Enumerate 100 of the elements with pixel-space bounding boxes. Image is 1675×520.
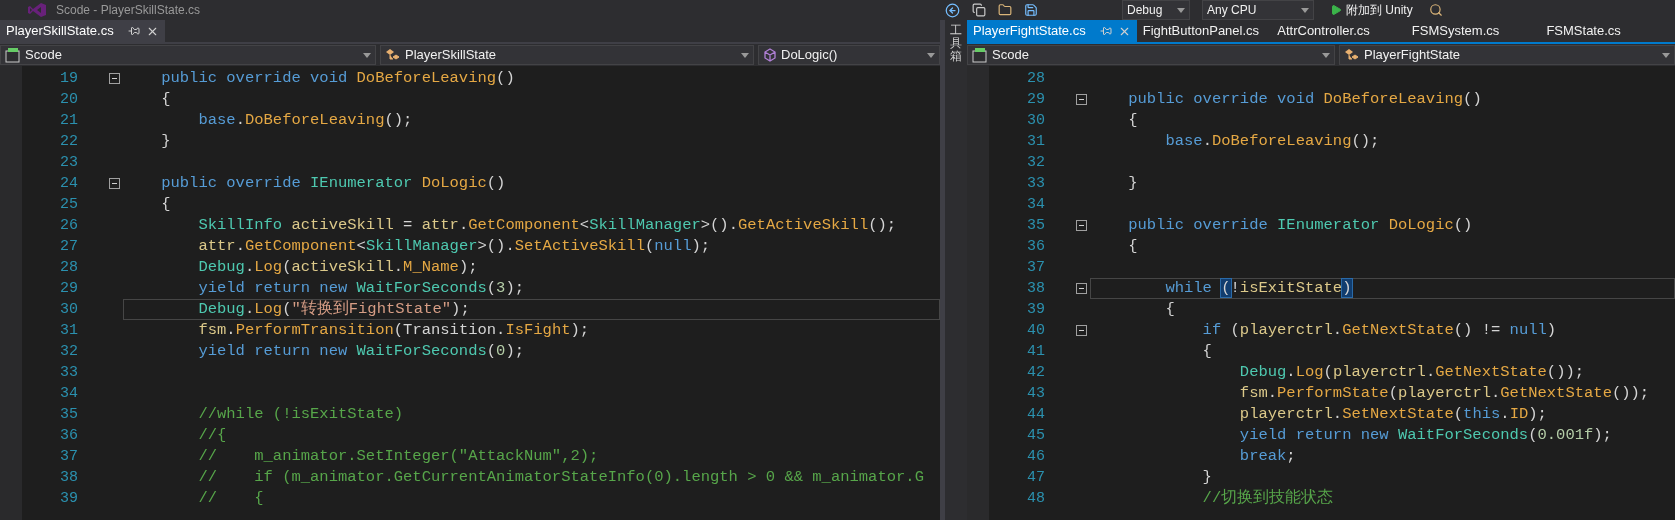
line-number: 30 <box>1026 111 1045 131</box>
code-line: playerctrl.SetNextState(this.ID); <box>1238 404 1548 425</box>
pin-icon[interactable] <box>1099 25 1112 37</box>
code-line: } <box>1127 173 1139 194</box>
class-icon <box>385 47 401 63</box>
window-title: Scode - PlayerSkillState.cs <box>56 2 201 19</box>
code-line: { <box>1164 299 1176 320</box>
line-number: 24 <box>59 174 78 194</box>
collapse-icon[interactable] <box>1076 94 1087 105</box>
line-number: 34 <box>1026 195 1045 215</box>
line-number: 37 <box>59 447 78 467</box>
code-line: { <box>1127 236 1139 257</box>
navigation-dropdown[interactable]: PlayerFightState <box>1339 45 1675 65</box>
collapse-icon[interactable] <box>109 178 120 189</box>
collapse-icon[interactable] <box>1076 325 1087 336</box>
dropdown-caret-icon <box>363 52 371 58</box>
line-number: 31 <box>1026 132 1045 152</box>
line-number: 27 <box>59 237 78 257</box>
line-number: 30 <box>59 300 78 320</box>
pin-icon[interactable] <box>127 25 140 37</box>
line-number: 45 <box>1026 426 1045 446</box>
collapse-icon[interactable] <box>1076 220 1087 231</box>
dropdown-caret-icon <box>1662 52 1670 58</box>
search-icon[interactable] <box>1428 3 1443 17</box>
code-line: Debug.Log(activeSkill.M_Name); <box>197 257 479 278</box>
dropdown-caret-icon <box>1322 52 1330 58</box>
file-tab[interactable]: PlayerSkillState.cs <box>0 20 165 42</box>
navigation-dropdown[interactable]: PlayerSkillState <box>380 45 754 65</box>
file-tab[interactable]: FightButtonPanel.cs <box>1136 20 1272 42</box>
line-number: 35 <box>59 405 78 425</box>
project-icon <box>5 47 21 63</box>
file-tab[interactable]: PlayerFightState.cs <box>967 20 1137 42</box>
cube-icon <box>763 48 777 62</box>
code-line: //切换到技能状态 <box>1201 488 1335 509</box>
back-icon[interactable] <box>945 2 960 18</box>
code-line: //{ <box>197 425 228 446</box>
line-number: 26 <box>59 216 78 236</box>
code-line: SkillInfo activeSkill = attr.GetComponent<SkillManager>().GetActiveSkill(); <box>197 215 898 236</box>
line-number: 35 <box>1026 216 1045 236</box>
code-line: { <box>1127 110 1139 131</box>
line-number: 29 <box>1026 90 1045 110</box>
line-number: 28 <box>1026 69 1045 89</box>
navigation-dropdown[interactable]: Scode <box>967 45 1335 65</box>
code-line: public override void DoBeforeLeaving() <box>1127 89 1483 110</box>
line-number: 36 <box>1026 237 1045 257</box>
folder-icon[interactable] <box>998 3 1012 17</box>
dropdown-caret-icon <box>1177 7 1185 13</box>
start-button[interactable]: 附加到 Unity <box>1326 1 1417 19</box>
line-number: 21 <box>59 111 78 131</box>
code-line: // m_animator.SetInteger("AttackNum",2); <box>197 446 600 467</box>
code-line: break; <box>1238 446 1297 467</box>
line-number: 33 <box>59 363 78 383</box>
code-line: public override IEnumerator DoLogic() <box>160 173 507 194</box>
file-tab[interactable]: FSMSystem.cs <box>1405 20 1541 42</box>
platform-dropdown[interactable]: Any CPU <box>1202 0 1314 20</box>
line-number: 31 <box>59 321 78 341</box>
code-line: } <box>160 131 172 152</box>
code-line: public override void DoBeforeLeaving() <box>160 68 516 89</box>
collapse-icon[interactable] <box>109 73 120 84</box>
toolbox-side-tab[interactable]: 工具箱 <box>945 20 967 520</box>
line-number: 20 <box>59 90 78 110</box>
code-line: { <box>160 89 172 110</box>
code-line: base.DoBeforeLeaving(); <box>1164 131 1381 152</box>
line-number: 38 <box>1026 279 1045 299</box>
save-icon[interactable] <box>1024 3 1038 17</box>
dropdown-caret-icon <box>741 52 749 58</box>
line-number: 48 <box>1026 489 1045 509</box>
line-number: 47 <box>1026 468 1045 488</box>
file-tab[interactable]: FSMState.cs <box>1540 20 1675 42</box>
navigation-dropdown[interactable]: Scode <box>0 45 376 65</box>
code-line: if (playerctrl.GetNextState() != null) <box>1201 320 1558 341</box>
code-line: // if (m_animator.GetCurrentAnimatorStateInfo(0).length > 0 && m_animator.G <box>197 467 925 488</box>
line-number: 33 <box>1026 174 1045 194</box>
line-number: 19 <box>59 69 78 89</box>
code-line: { <box>1201 341 1213 362</box>
line-number: 32 <box>59 342 78 362</box>
line-number: 44 <box>1026 405 1045 425</box>
code-line: { <box>160 194 172 215</box>
line-number: 22 <box>59 132 78 152</box>
file-tab[interactable]: AttrController.cs <box>1271 20 1406 42</box>
line-number: 42 <box>1026 363 1045 383</box>
line-number: 36 <box>59 426 78 446</box>
line-number: 25 <box>59 195 78 215</box>
code-line: // { <box>197 488 265 509</box>
play-icon <box>1330 4 1342 16</box>
code-line: Debug.Log(playerctrl.GetNextState()); <box>1238 362 1586 383</box>
code-line: yield return new WaitForSeconds(3); <box>197 278 525 299</box>
configuration-dropdown[interactable]: Debug <box>1122 0 1190 20</box>
collapse-icon[interactable] <box>1076 283 1087 294</box>
class-icon <box>1344 47 1360 63</box>
copy-icon[interactable] <box>972 3 986 17</box>
code-line: public override IEnumerator DoLogic() <box>1127 215 1474 236</box>
project-icon <box>972 47 988 63</box>
dropdown-caret-icon <box>1301 7 1309 13</box>
line-number: 46 <box>1026 447 1045 467</box>
dropdown-caret-icon <box>927 52 935 58</box>
line-number: 43 <box>1026 384 1045 404</box>
code-line: yield return new WaitForSeconds(0.001f); <box>1238 425 1613 446</box>
line-number: 41 <box>1026 342 1045 362</box>
navigation-dropdown[interactable]: DoLogic() <box>758 45 940 65</box>
